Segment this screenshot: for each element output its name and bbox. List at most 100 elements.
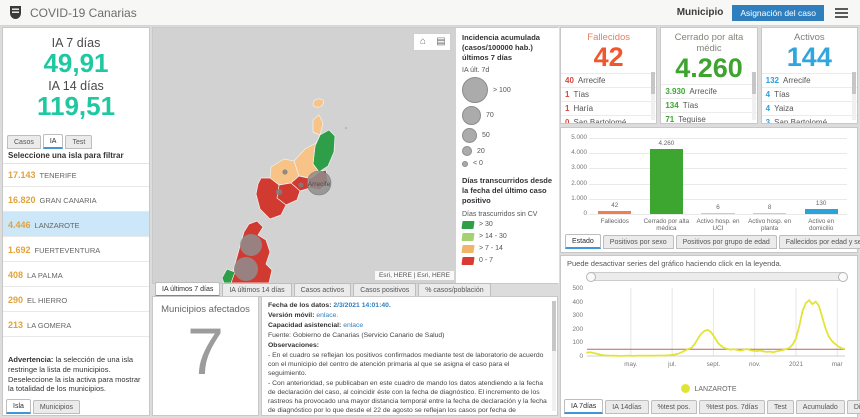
map-tab-casos-positivos[interactable]: Casos positivos [353, 283, 417, 297]
municipios-afectados-label: Municipios afectados [161, 304, 250, 315]
trend-tab-%test-pos[interactable]: %test pos. [650, 400, 698, 414]
menu-icon[interactable] [833, 6, 850, 20]
size-legend-item: > 100 [462, 77, 553, 104]
bar-value-label: 6 [716, 203, 720, 211]
capacidad-link[interactable]: enlace [343, 322, 363, 329]
home-icon[interactable]: ⌂ [415, 35, 431, 49]
app-title: COVID-19 Canarias [30, 5, 137, 20]
data-notes-panel: Fecha de los datos: 2/3/2021 14:01:40. V… [261, 296, 558, 416]
circle-symbol [462, 106, 481, 126]
estado-tab-positivos-por-sexo[interactable]: Positivos por sexo [602, 235, 674, 249]
island-row-el-hierro[interactable]: 290 EL HIERRO [3, 287, 149, 312]
days-legend-item: 0 - 7 [461, 256, 553, 265]
line-ytick-label: 400 [572, 298, 583, 306]
estado-tab-fallecidos-por-edad-y-sexo[interactable]: Fallecidos por edad y sexo [778, 235, 860, 249]
stat-card-value: 4.260 [675, 53, 743, 83]
island-row-tenerife[interactable]: 17.143 TENERIFE [3, 162, 149, 187]
asignacion-del-caso-button[interactable]: Asignación del caso [732, 4, 824, 21]
time-range-slider[interactable] [586, 272, 848, 282]
estado-chart-panel: 0 1.000 2.000 3.000 4.000 5.000 42 Fallecidos 4.… [560, 127, 860, 253]
bar-ytick-label: 1.000 [571, 194, 587, 202]
size-legend-value: 70 [486, 112, 494, 120]
color-swatch [461, 232, 475, 241]
header-actions: Municipio Asignación del caso [677, 4, 850, 21]
trend-tab-test[interactable]: Test [766, 400, 794, 414]
line-ytick-label: 100 [572, 339, 583, 347]
lanzarote-legend-label: LANZAROTE [694, 386, 737, 393]
ia-symbol[interactable] [275, 188, 283, 196]
stat-row-count: 132 [765, 76, 780, 86]
metric-tab-ia[interactable]: IA [42, 134, 64, 149]
scrollbar[interactable] [552, 301, 556, 411]
map-tab-ia-últimos-14-días[interactable]: IA últimos 14 días [222, 283, 292, 297]
bar-value-label: 4.260 [658, 140, 675, 148]
stat-row-arrecife: 40 Arrecife [561, 73, 657, 87]
stat-row-count: 3 [765, 118, 771, 124]
map-tab-casos-activos[interactable]: Casos activos [293, 283, 352, 297]
map[interactable]: Arrecife ⌂ ▤ Esri, HERE | Esri, HERE [153, 28, 456, 283]
stat-row-tías: 134 Tías [661, 98, 757, 112]
trend-tab-%test-pos-7días[interactable]: %test pos. 7días [699, 400, 765, 414]
estado-tab-positivos-por-grupo-de-edad[interactable]: Positivos por grupo de edad [675, 235, 777, 249]
slider-right-handle[interactable] [838, 272, 848, 282]
ia-symbol[interactable] [240, 234, 262, 256]
municipality-shape[interactable] [312, 114, 324, 136]
stat-card-activos: Activos 144 132 Arrecife 4 Tías 4 Yaiza 3 San Bar… [760, 27, 858, 124]
map-tab-ia-últimos-7-días[interactable]: IA últimos 7 días [155, 282, 221, 297]
island-count: 17.143 [8, 170, 36, 180]
municipios-afectados-value: 7 [187, 314, 224, 388]
stat-row-count: 4 [765, 90, 771, 100]
trend-tab-ia-7días[interactable]: IA 7días [564, 399, 604, 414]
slider-left-handle[interactable] [586, 272, 596, 282]
estado-tab-estado[interactable]: Estado [565, 234, 601, 249]
version-movil-link[interactable]: enlace. [316, 312, 338, 319]
island-row-fuerteventura[interactable]: 1.692 FUERTEVENTURA [3, 237, 149, 262]
scope-tab-isla[interactable]: Isla [6, 399, 31, 414]
scrollbar[interactable] [851, 72, 856, 120]
municipality-shape[interactable] [312, 129, 336, 173]
bar-category-label: Fallecidos [600, 218, 629, 225]
scrollbar[interactable] [651, 72, 656, 120]
metric-tab-test[interactable]: Test [65, 135, 93, 149]
island-row-gran-canaria[interactable]: 16.820 GRAN CANARIA [3, 187, 149, 212]
trend-tab-ia-14días[interactable]: IA 14días [605, 400, 649, 414]
trend-chart-panel: Puede desactivar series del gráfico haci… [560, 255, 860, 418]
scope-tab-municipios[interactable]: Municipios [32, 400, 80, 414]
island-row-lanzarote[interactable]: 4.446 LANZAROTE [3, 212, 149, 237]
ia-symbol[interactable] [282, 169, 288, 175]
stat-row-arrecife: 132 Arrecife [761, 73, 857, 87]
bar-cerrado-por-alta-médica[interactable] [649, 149, 683, 214]
bar-activo-en-domicilio[interactable] [804, 209, 838, 214]
island-name: TENERIFE [39, 171, 77, 180]
days-legend-value: > 7 - 14 [479, 245, 503, 252]
bar-value-label: 8 [767, 203, 772, 211]
legend-icon[interactable]: ▤ [433, 35, 449, 49]
stat-row-arrecife: 3.930 Arrecife [661, 84, 757, 98]
map-tab-%-casos-población[interactable]: % casos/población [418, 283, 491, 297]
ia-symbol[interactable] [298, 182, 304, 188]
bar-fallecidos[interactable] [598, 210, 632, 214]
stat-row-label: Arrecife [783, 76, 811, 86]
chart-legend[interactable]: LANZAROTE [561, 384, 857, 393]
island-row-la-palma[interactable]: 408 LA PALMA [3, 262, 149, 287]
trend-tab-acumulado[interactable]: Acumulado [795, 400, 845, 414]
observacion-item: - Con anterioridad, se publicaban en est… [268, 380, 547, 415]
island-list: 17.143 TENERIFE 16.820 GRAN CANARIA 4.446 LAN… [3, 162, 149, 337]
scrollbar[interactable] [751, 72, 756, 120]
ia-symbol[interactable] [234, 257, 258, 281]
version-movil-line: Versión móvil: enlace. [268, 311, 547, 320]
island-row-la-gomera[interactable]: 213 LA GOMERA [3, 312, 149, 337]
stat-row-count: 134 [665, 101, 679, 111]
stat-card-fallecidos: Fallecidos 42 40 Arrecife 1 Tías 1 Haría 0 San Ba… [560, 27, 658, 124]
bar-activo-hosp-en-planta[interactable] [753, 212, 787, 214]
stat-row-count: 40 [565, 76, 574, 86]
island-name: LA GOMERA [27, 321, 72, 330]
size-legend-value: > 100 [493, 86, 511, 94]
trend-tab-diario[interactable]: Diario [846, 400, 860, 414]
municipality-shape[interactable] [312, 98, 324, 108]
metric-tab-casos[interactable]: Casos [7, 135, 41, 149]
stat-row-label: Tías [573, 90, 590, 100]
size-legend-item: 70 [462, 106, 553, 126]
bar-gridline [589, 168, 847, 170]
bar-activo-hosp-en-uci[interactable] [701, 212, 735, 214]
